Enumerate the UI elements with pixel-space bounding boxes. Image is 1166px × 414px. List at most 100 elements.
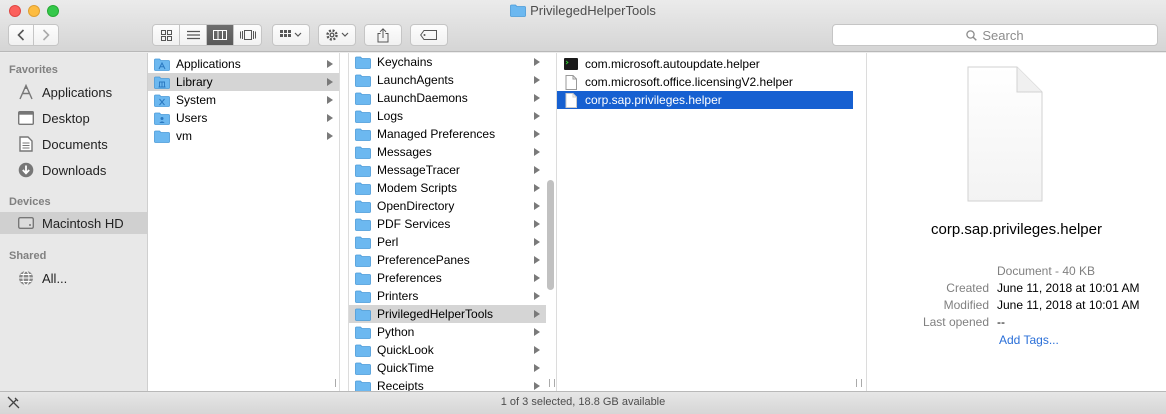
list-item[interactable]: com.microsoft.office.licensingV2.helper bbox=[557, 73, 853, 91]
sidebar-heading-shared: Shared bbox=[9, 250, 47, 262]
desktop-icon bbox=[16, 109, 36, 127]
folder-icon bbox=[355, 56, 371, 69]
list-item-label: PDF Services bbox=[377, 217, 451, 231]
list-item[interactable]: Receipts bbox=[349, 377, 546, 391]
sidebar-item-label: All... bbox=[42, 270, 68, 286]
cover-flow-view-button[interactable] bbox=[234, 25, 261, 45]
icon-view-button[interactable] bbox=[153, 25, 180, 45]
list-item[interactable]: Managed Preferences bbox=[349, 125, 546, 143]
list-item-label: LaunchAgents bbox=[377, 73, 454, 87]
list-item[interactable]: vm bbox=[148, 127, 339, 145]
system-folder-icon bbox=[154, 94, 170, 107]
list-item[interactable]: QuickLook bbox=[349, 341, 546, 359]
chevron-left-icon bbox=[17, 29, 25, 41]
list-item[interactable]: Library bbox=[148, 73, 339, 91]
sidebar-item-desktop[interactable]: Desktop bbox=[0, 107, 147, 129]
disclosure-arrow-icon bbox=[534, 292, 540, 300]
preview-file-name: corp.sap.privileges.helper bbox=[931, 221, 1102, 238]
vertical-scrollbar[interactable] bbox=[547, 180, 554, 290]
list-item-label: Modem Scripts bbox=[377, 181, 458, 195]
back-forward-control bbox=[8, 24, 59, 46]
folder-icon bbox=[355, 380, 371, 391]
list-item[interactable]: com.microsoft.autoupdate.helper bbox=[557, 55, 853, 73]
sidebar-item-label: Downloads bbox=[42, 162, 107, 178]
disclosure-arrow-icon bbox=[327, 114, 333, 122]
forward-button[interactable] bbox=[34, 25, 58, 45]
hard-drive-icon bbox=[16, 214, 36, 232]
column-view-icon bbox=[213, 30, 227, 40]
folder-icon bbox=[355, 362, 371, 375]
created-label: Created bbox=[946, 281, 989, 295]
list-item[interactable]: corp.sap.privileges.helper bbox=[557, 91, 853, 109]
list-item[interactable]: QuickTime bbox=[349, 359, 546, 377]
list-item[interactable]: PDF Services bbox=[349, 215, 546, 233]
search-icon bbox=[966, 29, 978, 41]
list-item-label: QuickLook bbox=[377, 343, 434, 357]
sidebar-item-downloads[interactable]: Downloads bbox=[0, 159, 147, 181]
folder-icon bbox=[355, 74, 371, 87]
list-item-label: Managed Preferences bbox=[377, 127, 496, 141]
column-view-button[interactable] bbox=[207, 25, 234, 45]
arrange-button[interactable] bbox=[272, 24, 310, 46]
sidebar-item-documents[interactable]: Documents bbox=[0, 133, 147, 155]
disclosure-arrow-icon bbox=[534, 364, 540, 372]
disclosure-arrow-icon bbox=[534, 346, 540, 354]
cover-flow-icon bbox=[239, 30, 256, 40]
list-item[interactable]: Users bbox=[148, 109, 339, 127]
disclosure-arrow-icon bbox=[534, 130, 540, 138]
network-icon bbox=[16, 269, 36, 287]
last-opened-value: -- bbox=[997, 315, 1005, 329]
disclosure-arrow-icon bbox=[327, 96, 333, 104]
disclosure-arrow-icon bbox=[534, 382, 540, 390]
list-item[interactable]: Messages bbox=[349, 143, 546, 161]
list-item[interactable]: OpenDirectory bbox=[349, 197, 546, 215]
sidebar-item-label: Applications bbox=[42, 84, 113, 100]
list-item[interactable]: Perl bbox=[349, 233, 546, 251]
list-item[interactable]: System bbox=[148, 91, 339, 109]
list-item[interactable]: Preferences bbox=[349, 269, 546, 287]
disclosure-arrow-icon bbox=[534, 238, 540, 246]
list-item[interactable]: LaunchDaemons bbox=[349, 89, 546, 107]
gear-icon bbox=[326, 29, 349, 41]
sidebar-item-all-shared[interactable]: All... bbox=[0, 267, 147, 289]
sidebar-item-label: Documents bbox=[42, 136, 108, 152]
list-item-label: vm bbox=[176, 129, 192, 143]
sidebar-item-macintosh-hd[interactable]: Macintosh HD bbox=[0, 212, 147, 234]
disclosure-arrow-icon bbox=[534, 256, 540, 264]
add-tags-link[interactable]: Add Tags... bbox=[999, 333, 1059, 347]
edit-tags-button[interactable] bbox=[410, 24, 448, 46]
sidebar-item-applications[interactable]: Applications bbox=[0, 81, 147, 103]
list-item[interactable]: Logs bbox=[349, 107, 546, 125]
folder-icon bbox=[355, 272, 371, 285]
disclosure-arrow-icon bbox=[534, 310, 540, 318]
action-button[interactable] bbox=[318, 24, 356, 46]
window-title-text: PrivilegedHelperTools bbox=[530, 3, 656, 18]
folder-icon bbox=[355, 164, 371, 177]
list-item[interactable]: LaunchAgents bbox=[349, 71, 546, 89]
disclosure-arrow-icon bbox=[534, 58, 540, 66]
arrange-icon bbox=[280, 30, 302, 37]
column-library: Keychains LaunchAgents LaunchDaemons Logs Ma… bbox=[349, 53, 557, 391]
list-item[interactable]: PreferencePanes bbox=[349, 251, 546, 269]
back-button[interactable] bbox=[9, 25, 34, 45]
list-item[interactable]: Applications bbox=[148, 55, 339, 73]
list-item-label: Python bbox=[377, 325, 415, 339]
list-item[interactable]: MessageTracer bbox=[349, 161, 546, 179]
list-item[interactable]: Printers bbox=[349, 287, 546, 305]
list-item[interactable]: Keychains bbox=[349, 53, 546, 71]
folder-icon bbox=[355, 218, 371, 231]
list-view-button[interactable] bbox=[180, 25, 207, 45]
search-field[interactable]: Search bbox=[832, 24, 1158, 46]
column-resize-handle[interactable] bbox=[856, 379, 862, 387]
modified-value: June 11, 2018 at 10:01 AM bbox=[997, 298, 1140, 312]
modified-label: Modified bbox=[943, 298, 989, 312]
disclosure-arrow-icon bbox=[534, 220, 540, 228]
disclosure-arrow-icon bbox=[534, 112, 540, 120]
list-item[interactable]: Modem Scripts bbox=[349, 179, 546, 197]
list-item[interactable]: Python bbox=[349, 323, 546, 341]
list-item[interactable]: PrivilegedHelperTools bbox=[349, 305, 546, 323]
column-resize-handle[interactable] bbox=[549, 379, 555, 387]
share-button[interactable] bbox=[364, 24, 402, 46]
downloads-icon bbox=[16, 161, 36, 179]
disclosure-arrow-icon bbox=[327, 78, 333, 86]
